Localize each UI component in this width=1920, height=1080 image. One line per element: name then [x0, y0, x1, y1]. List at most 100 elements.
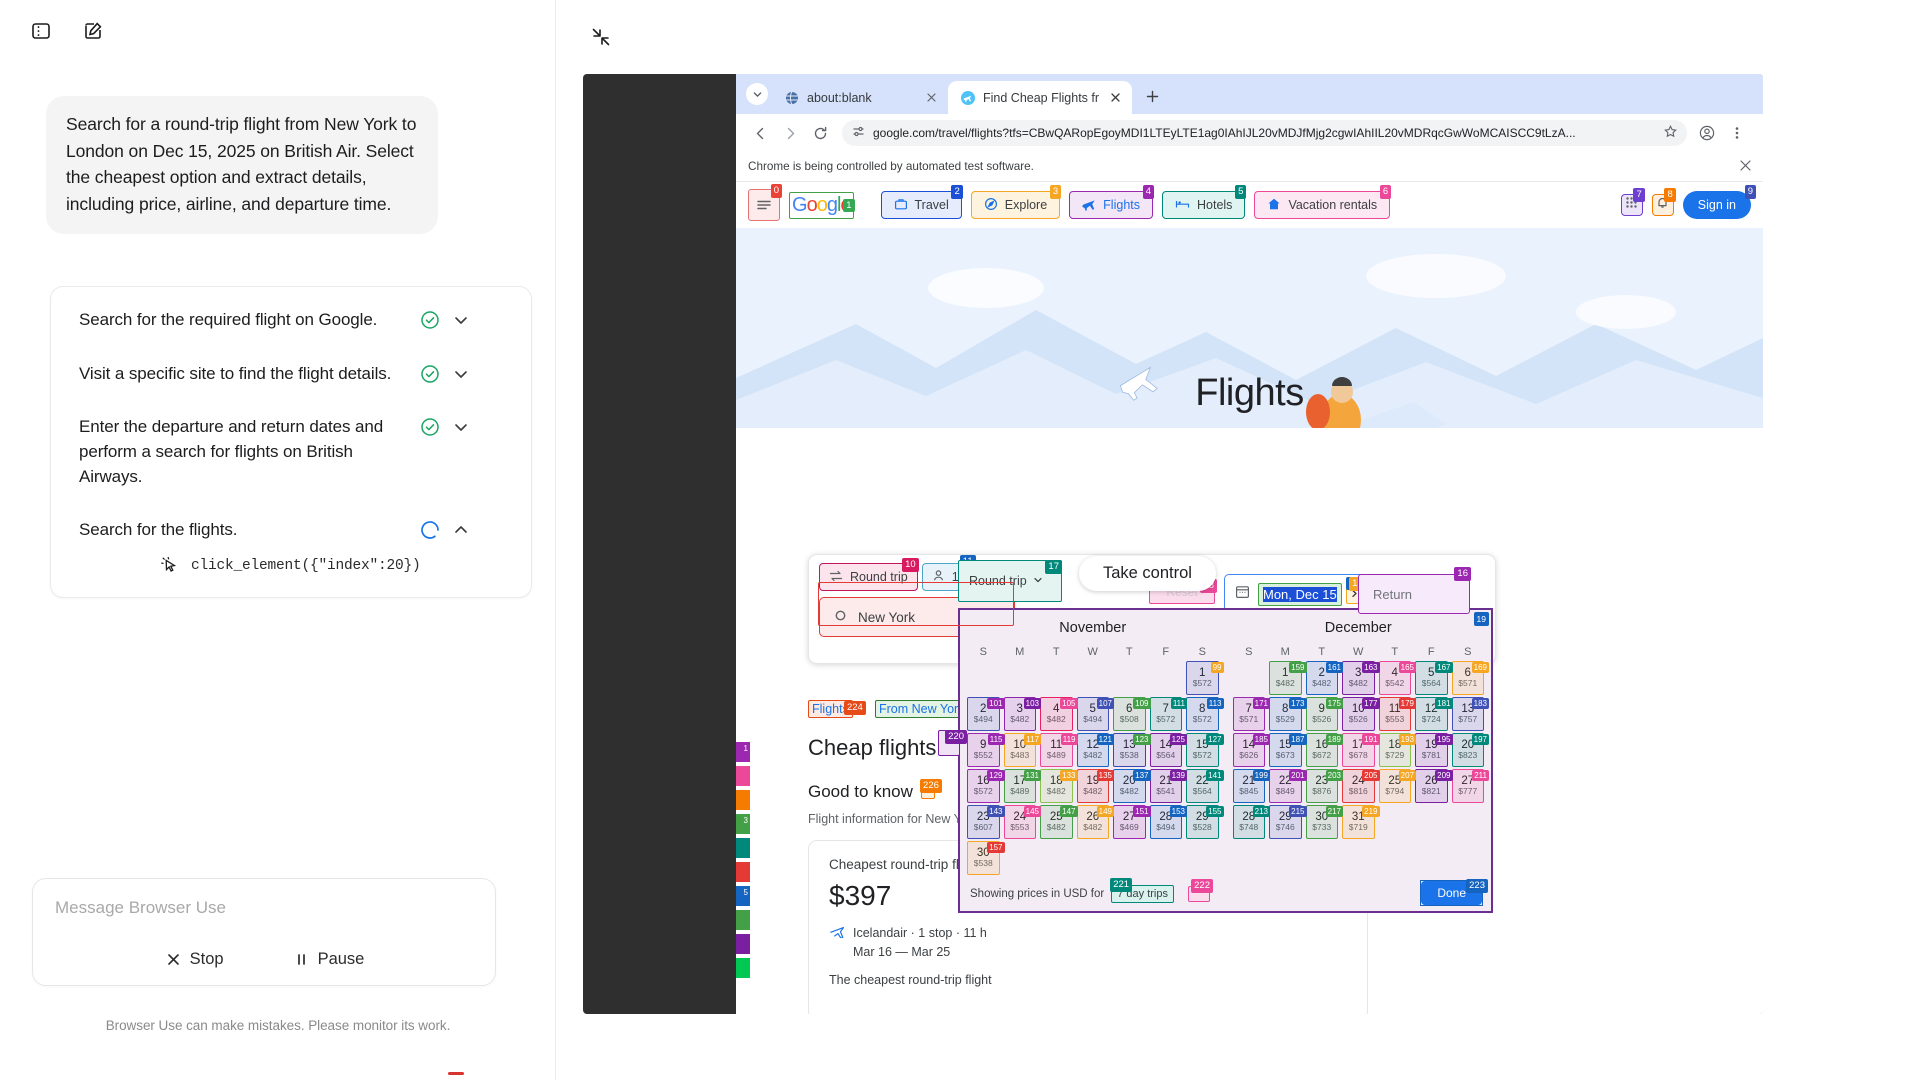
edge-marker[interactable]: 1: [736, 742, 750, 762]
calendar-day-cell[interactable]: 19 $781 195: [1413, 732, 1453, 768]
reload-icon[interactable]: [806, 119, 834, 147]
nav-item-travel[interactable]: Travel 2: [880, 185, 963, 219]
calendar-day-cell[interactable]: 12 $724 181: [1413, 696, 1453, 732]
departure-date-value-wrap[interactable]: Mon, Dec 15 14: [1258, 576, 1363, 606]
edge-marker[interactable]: [736, 934, 750, 954]
calendar-day-cell[interactable]: 30 $733 217: [1304, 804, 1343, 840]
google-logo[interactable]: Google 1: [789, 191, 855, 219]
calendar-day-cell[interactable]: 6 $571 169: [1450, 660, 1489, 696]
step-chevron-down-icon[interactable]: [451, 364, 471, 384]
calendar-day-cell[interactable]: 10 $526 177: [1340, 696, 1380, 732]
date-picker-calendar[interactable]: 19 November S M T W T F S 1 $572 99 2 $4…: [958, 608, 1493, 913]
trip-length-selector[interactable]: 7 day trips 221: [1110, 878, 1174, 903]
calendar-day-cell[interactable]: 2 $494 101: [965, 696, 1005, 732]
calendar-day-cell[interactable]: 22 $564 141: [1184, 768, 1224, 804]
calendar-day-cell[interactable]: 20 $482 137: [1111, 768, 1151, 804]
calendar-day-cell[interactable]: 25 $482 147: [1038, 804, 1078, 840]
calendar-day-cell[interactable]: 29 $528 155: [1184, 804, 1224, 840]
calendar-day-cell[interactable]: 5 $564 167: [1413, 660, 1453, 696]
calendar-day-cell[interactable]: 24 $553 145: [1002, 804, 1041, 840]
calendar-day-cell[interactable]: 4 $482 105: [1038, 696, 1078, 732]
calendar-day-cell[interactable]: 18 $482 133: [1038, 768, 1078, 804]
apps-grid-button[interactable]: 7: [1620, 188, 1645, 216]
calendar-day-cell[interactable]: 29 $746 215: [1267, 804, 1307, 840]
message-input[interactable]: [53, 897, 473, 919]
calendar-day-cell[interactable]: 16 $572 129: [965, 768, 1005, 804]
pause-button[interactable]: Pause: [286, 946, 373, 973]
edge-marker[interactable]: [736, 910, 750, 930]
tab-google-flights[interactable]: Find Cheap Flights from N: [948, 81, 1132, 114]
edge-marker[interactable]: [736, 790, 750, 810]
nav-item-hotels[interactable]: Hotels 5: [1162, 185, 1247, 219]
calendar-done-button[interactable]: Done 223: [1420, 879, 1488, 906]
nav-item-vacation-rentals[interactable]: Vacation rentals 6: [1254, 185, 1392, 219]
edge-marker[interactable]: [736, 838, 750, 858]
nav-item-explore[interactable]: Explore 3: [970, 185, 1062, 219]
calendar-day-cell[interactable]: 23 $876 203: [1304, 768, 1343, 804]
calendar-day-cell[interactable]: 10 $483 117: [1002, 732, 1041, 768]
breadcrumb-item-from-new-york[interactable]: From New York 225: [875, 700, 984, 718]
take-control-banner[interactable]: Take control: [1079, 556, 1216, 591]
calendar-day-cell[interactable]: 8 $572 113: [1184, 696, 1224, 732]
calendar-day-cell[interactable]: 22 $849 201: [1267, 768, 1307, 804]
calendar-day-cell[interactable]: 17 $489 131: [1002, 768, 1041, 804]
calendar-day-cell[interactable]: 5 $494 107: [1075, 696, 1114, 732]
calendar-extra-control[interactable]: 222: [1187, 879, 1213, 902]
calendar-day-cell[interactable]: 19 $482 135: [1075, 768, 1114, 804]
calendar-day-cell[interactable]: 27 $469 151: [1111, 804, 1151, 840]
calendar-day-cell[interactable]: 7 $571 171: [1231, 696, 1270, 732]
calendar-day-cell[interactable]: 21 $845 199: [1231, 768, 1270, 804]
tab-about-blank[interactable]: about:blank: [772, 81, 948, 114]
step-item-1[interactable]: Search for the required flight on Google…: [51, 293, 531, 347]
calendar-day-cell[interactable]: 17 $678 191: [1340, 732, 1380, 768]
collapse-arrows-icon[interactable]: [586, 22, 616, 52]
calendar-day-cell[interactable]: 13 $538 123: [1111, 732, 1151, 768]
sidebar-panel-icon[interactable]: [26, 16, 56, 46]
calendar-day-cell[interactable]: 6 $508 109: [1111, 696, 1151, 732]
calendar-day-cell[interactable]: 23 $607 143: [965, 804, 1005, 840]
calendar-day-cell[interactable]: 13 $757 183: [1450, 696, 1489, 732]
sign-in-button[interactable]: Sign in 9: [1682, 185, 1756, 219]
step-item-2[interactable]: Visit a specific site to find the flight…: [51, 347, 531, 401]
calendar-day-cell[interactable]: 25 $794 207: [1377, 768, 1416, 804]
person-circle-icon[interactable]: [1693, 119, 1721, 147]
left-side-marker[interactable]: 220: [938, 730, 967, 756]
step-item-3[interactable]: Enter the departure and return dates and…: [51, 400, 531, 503]
calendar-day-cell[interactable]: 28 $494 153: [1148, 804, 1187, 840]
three-dots-icon[interactable]: [1723, 119, 1751, 147]
edge-marker[interactable]: [736, 766, 750, 786]
step-chevron-up-icon[interactable]: [451, 520, 471, 540]
edge-marker[interactable]: [736, 958, 750, 978]
calendar-day-cell[interactable]: 15 $673 187: [1267, 732, 1307, 768]
calendar-day-cell[interactable]: 1 $482 159: [1267, 660, 1307, 696]
calendar-day-cell[interactable]: 14 $626 185: [1231, 732, 1270, 768]
address-bar[interactable]: google.com/travel/flights?tfs=CBwQARopEg…: [842, 120, 1687, 146]
close-icon[interactable]: [923, 90, 939, 106]
calendar-day-cell[interactable]: 2 $482 161: [1304, 660, 1343, 696]
edge-marker[interactable]: 3: [736, 814, 750, 834]
calendar-day-cell[interactable]: 31 $719 219: [1340, 804, 1380, 840]
tab-search-caret-icon[interactable]: [746, 83, 768, 105]
calendar-day-cell[interactable]: 24 $816 205: [1340, 768, 1380, 804]
stop-button[interactable]: Stop: [158, 946, 232, 973]
calendar-day-cell[interactable]: 16 $672 189: [1304, 732, 1343, 768]
calendar-day-cell[interactable]: 3 $482 163: [1340, 660, 1380, 696]
calendar-day-cell[interactable]: 4 $542 165: [1377, 660, 1416, 696]
calendar-day-cell[interactable]: 26 $482 149: [1075, 804, 1114, 840]
calendar-day-cell[interactable]: 1 $572 99: [1184, 660, 1224, 696]
step-item-4[interactable]: Search for the flights.: [51, 503, 531, 557]
calendar-day-cell[interactable]: 26 $821 209: [1413, 768, 1453, 804]
close-icon[interactable]: [1107, 90, 1123, 106]
calendar-day-cell[interactable]: 8 $529 173: [1267, 696, 1307, 732]
calendar-day-cell[interactable]: 18 $729 193: [1377, 732, 1416, 768]
destination-field-highlight[interactable]: [818, 582, 1014, 626]
compose-pencil-icon[interactable]: [78, 16, 108, 46]
calendar-day-cell[interactable]: 28 $748 213: [1231, 804, 1270, 840]
calendar-day-cell[interactable]: 11 $489 119: [1038, 732, 1078, 768]
breadcrumb-item-flights[interactable]: Flights 224: [808, 700, 866, 718]
calendar-day-cell[interactable]: 15 $572 127: [1184, 732, 1224, 768]
new-tab-icon[interactable]: [1138, 82, 1166, 110]
calendar-day-cell[interactable]: 27 $777 211: [1450, 768, 1489, 804]
return-date-field[interactable]: Return 16: [1358, 567, 1471, 614]
arrow-left-icon[interactable]: [746, 119, 774, 147]
